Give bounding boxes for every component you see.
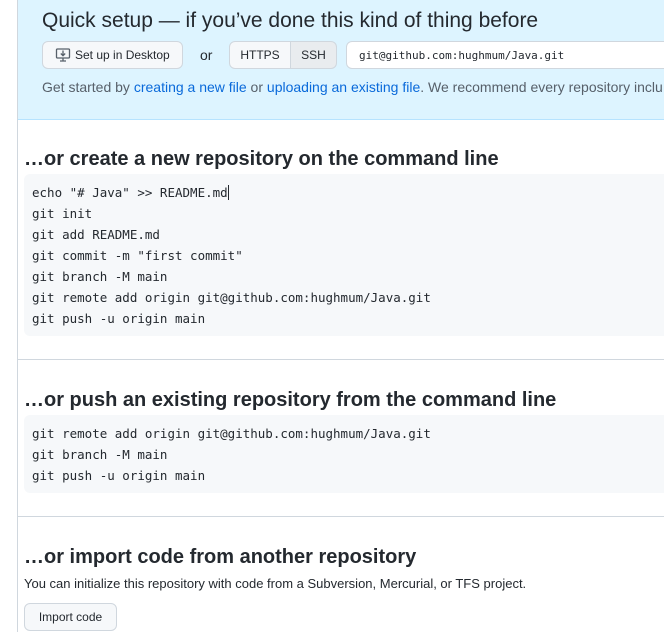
push-section-title: …or push an existing repository from the… [24,389,557,411]
code-line: git branch -M main [32,447,168,462]
get-started-or: or [246,79,267,95]
code-line: git remote add origin git@github.com:hug… [32,290,431,305]
clone-url-input[interactable] [346,41,664,69]
get-started-text: Get started by creating a new file or up… [42,79,663,95]
text-caret [227,185,229,200]
code-line: git remote add origin git@github.com:hug… [32,426,431,441]
code-line: echo "# Java" >> README.md [32,185,229,200]
import-description: You can initialize this repository with … [24,576,527,591]
import-code-button[interactable]: Import code [24,603,117,631]
https-button[interactable]: HTTPS [229,41,291,69]
setup-desktop-label: Set up in Desktop [75,48,170,62]
section-divider [18,516,664,517]
create-new-file-link[interactable]: creating a new file [134,79,247,95]
ssh-button[interactable]: SSH [291,41,337,69]
create-section-title: …or create a new repository on the comma… [24,148,499,170]
code-line: git push -u origin main [32,468,206,483]
code-line: git branch -M main [32,269,168,284]
section-divider [18,359,664,360]
code-line: git add README.md [32,227,160,242]
import-section-title: …or import code from another repository [24,546,417,568]
quick-setup-panel: Quick setup — if you’ve done this kind o… [18,0,664,120]
or-text: or [200,47,213,63]
code-line: git init [32,206,93,221]
push-code-block[interactable]: git remote add origin git@github.com:hug… [24,415,664,493]
get-started-suffix: . We recommend every repository inclu [420,79,663,95]
desktop-download-icon [55,47,71,63]
setup-desktop-button[interactable]: Set up in Desktop [42,41,183,69]
create-code-block[interactable]: echo "# Java" >> README.md git init git … [24,174,664,336]
get-started-prefix: Get started by [42,79,134,95]
protocol-toggle: HTTPS SSH [229,41,337,69]
upload-file-link[interactable]: uploading an existing file [267,79,420,95]
code-line: git push -u origin main [32,311,206,326]
quick-setup-title: Quick setup — if you’ve done this kind o… [42,9,539,32]
code-line: git commit -m "first commit" [32,248,243,263]
